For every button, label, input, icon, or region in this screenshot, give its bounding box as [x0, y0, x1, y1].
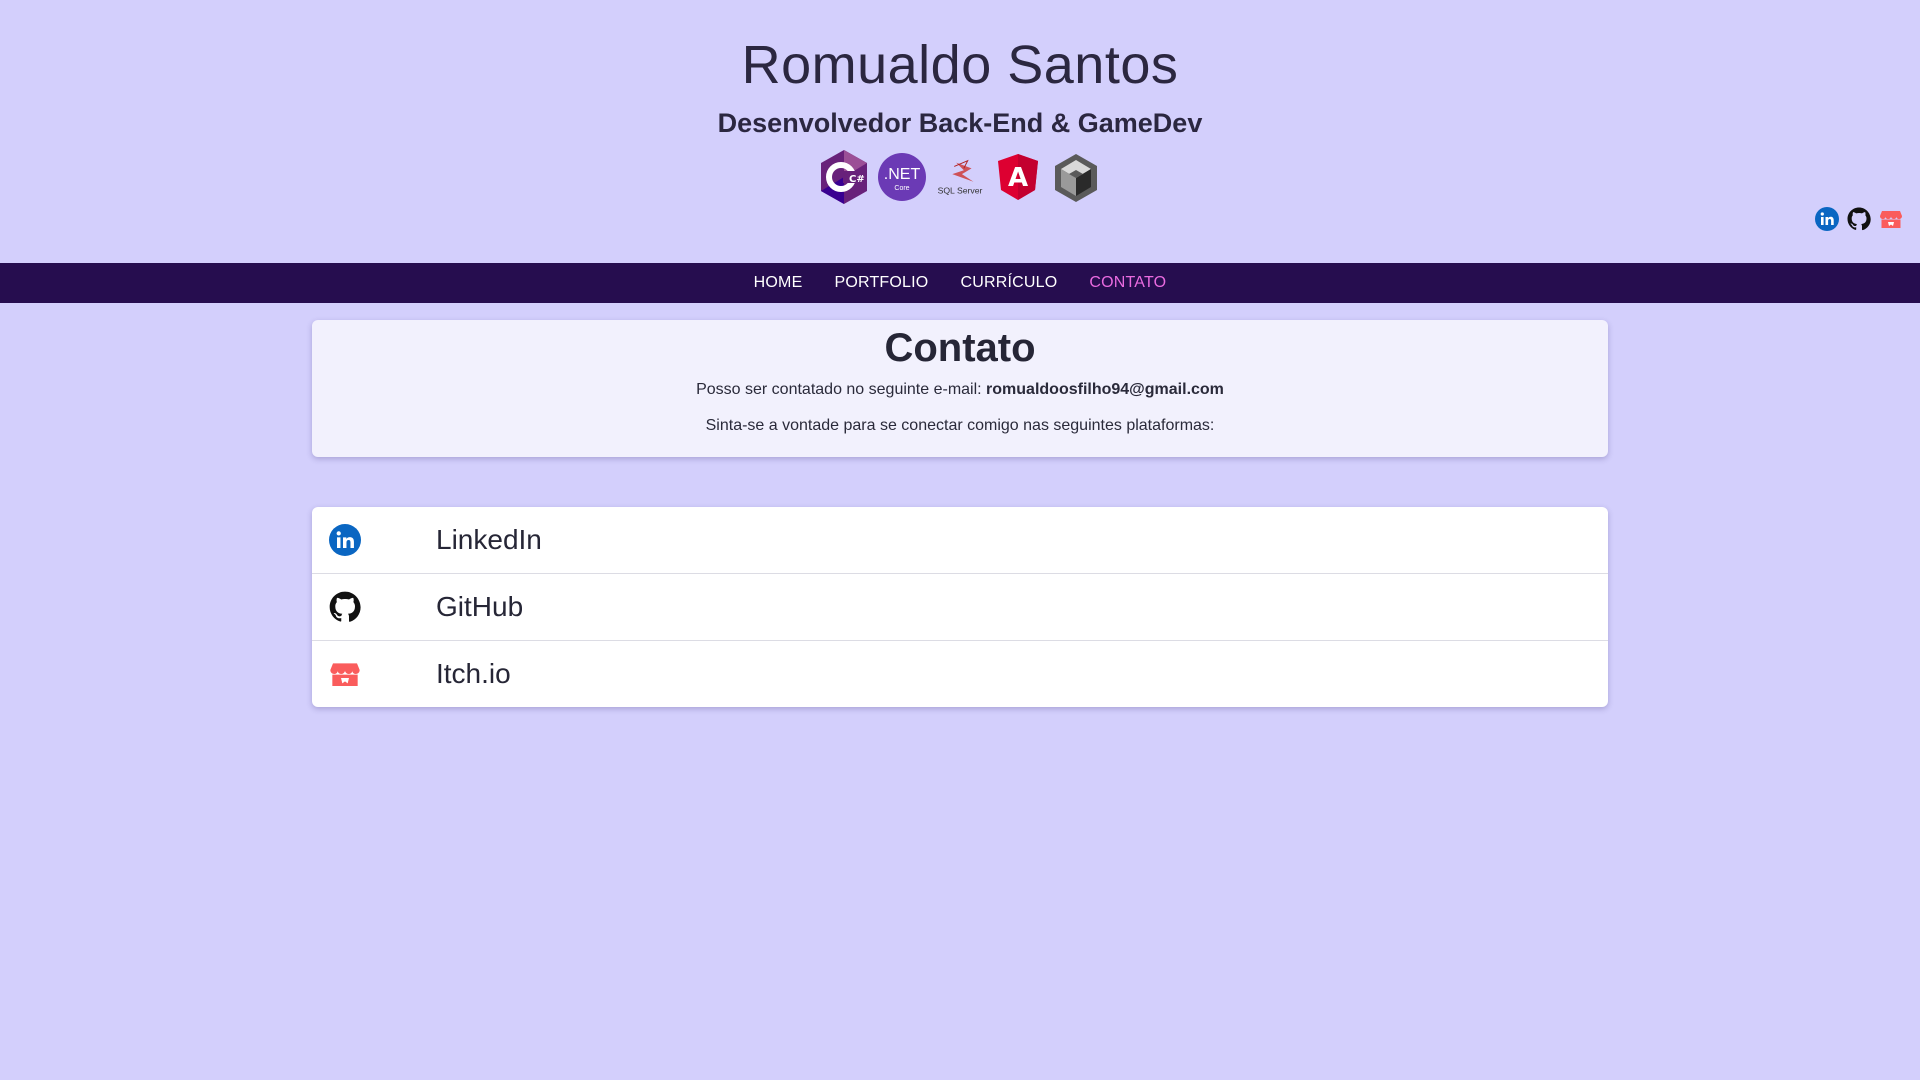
sql-server-text: SQL Server — [938, 185, 983, 195]
platform-label-linkedin: LinkedIn — [436, 524, 542, 555]
platform-label-itchio: Itch.io — [436, 658, 511, 689]
github-icon[interactable] — [1846, 206, 1872, 232]
contact-card: Contato Posso ser contatado no seguinte … — [312, 320, 1608, 457]
github-icon — [328, 590, 362, 624]
platform-item-linkedin[interactable]: LinkedIn — [312, 507, 1608, 574]
platform-item-github[interactable]: GitHub — [312, 574, 1608, 641]
angular-icon: A — [993, 148, 1043, 206]
site-subtitle: Desenvolvedor Back-End & GameDev — [717, 108, 1203, 138]
sql-server-icon: SQL Server — [935, 148, 985, 206]
nav-contato[interactable]: CONTATO — [1089, 274, 1166, 292]
header: Romualdo Santos Desenvolvedor Back-End &… — [0, 0, 1920, 263]
site-title: Romualdo Santos — [741, 35, 1179, 95]
platform-list: LinkedIn GitHub Itch.io — [312, 507, 1608, 707]
contact-email-prefix: Posso ser contatado no seguinte e-mail: — [696, 381, 982, 398]
platform-item-itchio[interactable]: Itch.io — [312, 641, 1608, 707]
dotnet-core-icon: .NET Core — [877, 148, 927, 206]
csharp-icon: C# — [819, 148, 869, 206]
contact-platforms-text: Sinta-se a vontade para se conectar comi… — [705, 417, 1215, 434]
platform-label-github: GitHub — [436, 591, 524, 622]
itchio-icon[interactable] — [1878, 206, 1904, 232]
angular-text: A — [1008, 163, 1028, 193]
unity-icon — [1051, 148, 1101, 206]
main-navbar: HOME PORTFOLIO CURRÍCULO CONTATO — [0, 263, 1920, 303]
dotnet-text: .NET — [884, 166, 921, 183]
contact-email: romualdoosfilho94@gmail.com — [986, 381, 1224, 398]
contact-email-line: Posso ser contatado no seguinte e-mail: … — [312, 381, 1608, 399]
nav-portfolio[interactable]: PORTFOLIO — [834, 274, 928, 292]
nav-curriculo[interactable]: CURRÍCULO — [960, 274, 1057, 292]
itchio-icon — [328, 657, 362, 691]
linkedin-icon[interactable] — [1814, 206, 1840, 232]
dotnet-subtext: Core — [894, 185, 909, 192]
csharp-text: C# — [849, 174, 865, 185]
tech-icons-row: C# .NET Core SQL Server A — [0, 148, 1920, 206]
contact-title: Contato — [884, 326, 1036, 370]
nav-home[interactable]: HOME — [754, 274, 803, 292]
linkedin-icon — [328, 523, 362, 557]
header-social-links — [1814, 206, 1904, 232]
